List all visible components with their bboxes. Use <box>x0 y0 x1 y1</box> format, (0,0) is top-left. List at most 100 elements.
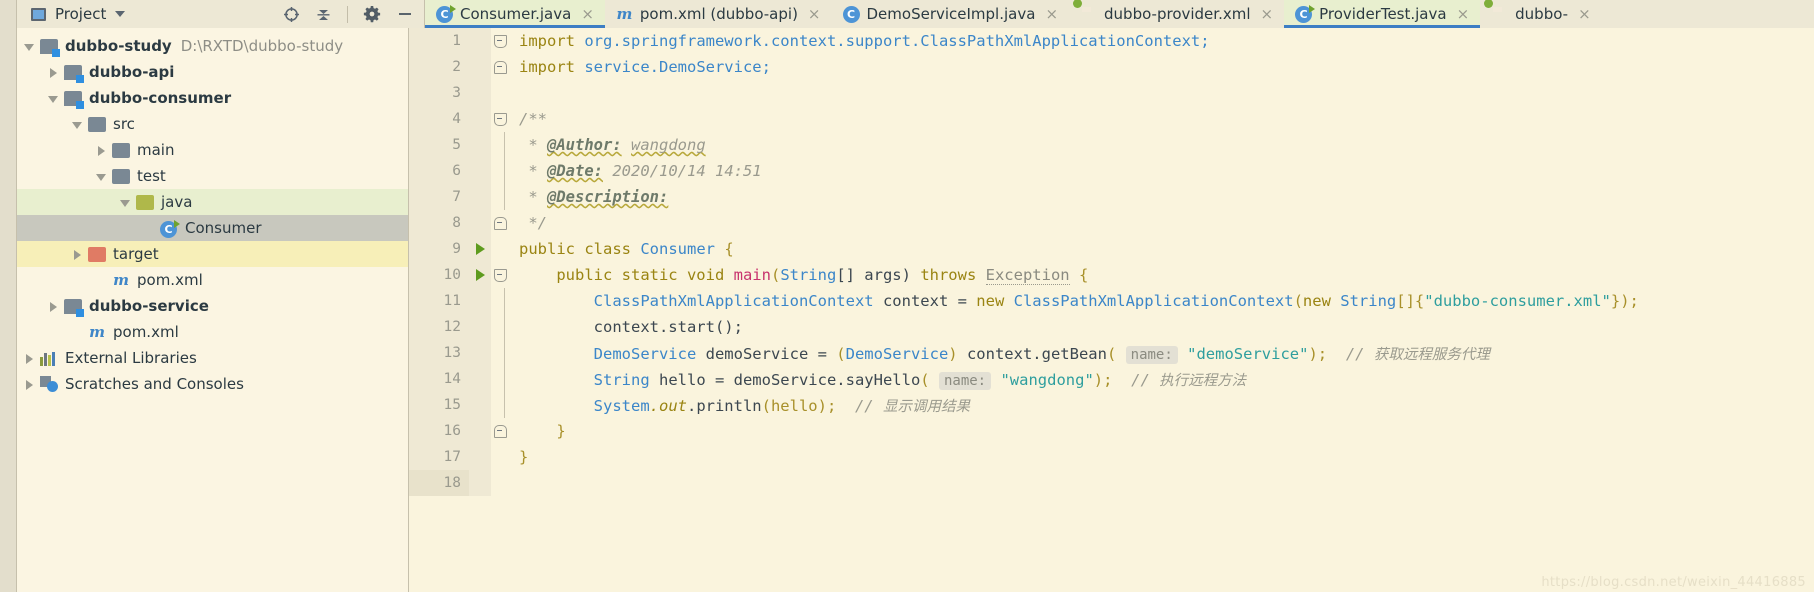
editor-tab-dubbo[interactable]: dubbo- × <box>1480 0 1602 28</box>
tree-node-label: dubbo-service <box>89 297 209 315</box>
chevron-right-icon[interactable] <box>47 300 60 313</box>
java-class-icon: C <box>842 5 860 23</box>
tree-node-pom-xml[interactable]: m pom.xml <box>17 319 408 345</box>
tree-node-pom-xml[interactable]: m pom.xml <box>17 267 408 293</box>
close-icon[interactable]: × <box>1578 5 1591 23</box>
module-folder-icon <box>64 298 84 317</box>
chevron-right-icon[interactable] <box>23 378 36 391</box>
code-line[interactable]: 6 * @Date: 2020/10/14 14:51 <box>409 158 1814 184</box>
fold-marker[interactable] <box>491 28 509 54</box>
hide-panel-icon[interactable] <box>396 5 414 23</box>
fold-marker[interactable] <box>491 418 509 444</box>
run-class-gutter-icon[interactable] <box>469 236 491 262</box>
tree-node-label: java <box>161 193 193 211</box>
editor-tab-pom-xml-dubbo-api[interactable]: m pom.xml (dubbo-api) × <box>604 0 832 28</box>
chevron-down-icon[interactable] <box>23 40 36 53</box>
code-line[interactable]: 16 } <box>409 418 1814 444</box>
fold-marker[interactable] <box>491 106 509 132</box>
close-icon[interactable]: × <box>1261 5 1274 23</box>
tree-node-src[interactable]: src <box>17 111 408 137</box>
line-number: 5 <box>409 132 469 158</box>
code-text: * @Description: <box>509 188 1814 206</box>
tree-node-java[interactable]: java <box>17 189 408 215</box>
line-number: 9 <box>409 236 469 262</box>
token-punct: []{ <box>1396 292 1425 310</box>
tree-node-target[interactable]: target <box>17 241 408 267</box>
tree-node-test[interactable]: test <box>17 163 408 189</box>
code-line[interactable]: 12 context.start(); <box>409 314 1814 340</box>
gutter-run-marker <box>469 158 491 184</box>
code-line[interactable]: 15 System.out.println(hello); // 显示调用结果 <box>409 392 1814 418</box>
code-line[interactable]: 7 * @Description: <box>409 184 1814 210</box>
tree-node-dubbo-consumer[interactable]: dubbo-consumer <box>17 85 408 111</box>
token-brace: { <box>714 240 734 258</box>
code-line[interactable]: 17 } <box>409 444 1814 470</box>
code-line[interactable]: 3 <box>409 80 1814 106</box>
token-plain: hello = demoService.sayHello <box>649 370 921 389</box>
token-punct: }); <box>1610 292 1639 310</box>
gutter-run-marker <box>469 340 491 366</box>
gutter-run-marker <box>469 470 491 496</box>
chevron-down-icon[interactable] <box>47 92 60 105</box>
code-line[interactable]: 2 import service.DemoService; <box>409 54 1814 80</box>
tree-node-external-libraries[interactable]: External Libraries <box>17 345 408 371</box>
code-line[interactable]: 13 DemoService demoService = (DemoServic… <box>409 340 1814 366</box>
fold-marker[interactable] <box>491 210 509 236</box>
chevron-down-icon[interactable] <box>95 170 108 183</box>
code-line[interactable]: 18 <box>409 470 1814 496</box>
token-static-field: .out <box>649 396 687 415</box>
code-text: * @Author: wangdong <box>509 136 1814 154</box>
code-line[interactable]: 5 * @Author: wangdong <box>409 132 1814 158</box>
chevron-down-icon[interactable] <box>119 196 132 209</box>
editor-tab-providertest-java[interactable]: C ProviderTest.java × <box>1284 0 1481 28</box>
editor-tab-demoserviceimpl-java[interactable]: C DemoServiceImpl.java × <box>831 0 1070 28</box>
code-line[interactable]: 9 public class Consumer { <box>409 236 1814 262</box>
close-icon[interactable]: × <box>581 5 594 23</box>
chevron-right-icon[interactable] <box>23 352 36 365</box>
editor-tab-dubbo-provider-xml[interactable]: dubbo-provider.xml × <box>1069 0 1285 28</box>
fold-marker[interactable] <box>491 54 509 80</box>
close-icon[interactable]: × <box>1045 5 1058 23</box>
token-comment-text: 显示调用结果 <box>882 398 970 415</box>
token-punct: (hello); <box>761 396 837 415</box>
locate-icon[interactable] <box>283 6 300 23</box>
tree-node-consumer[interactable]: C Consumer <box>17 215 408 241</box>
tree-node-main[interactable]: main <box>17 137 408 163</box>
tree-node-dubbo-service[interactable]: dubbo-service <box>17 293 408 319</box>
chevron-down-icon[interactable] <box>115 11 126 17</box>
token-class: DemoService <box>593 344 697 363</box>
settings-gear-icon[interactable] <box>363 5 381 23</box>
code-line[interactable]: 14 String hello = demoService.sayHello( … <box>409 366 1814 392</box>
code-line[interactable]: 8 */ <box>409 210 1814 236</box>
fold-marker[interactable] <box>491 262 509 288</box>
tree-node-dubbo-api[interactable]: dubbo-api <box>17 59 408 85</box>
token-comment: // <box>1345 344 1365 363</box>
close-icon[interactable]: × <box>808 5 821 23</box>
watermark: https://blog.csdn.net/weixin_44416885 <box>1541 575 1806 590</box>
tree-node-dubbo-study[interactable]: dubbo-study D:\RXTD\dubbo-study <box>17 33 408 59</box>
code-line[interactable]: 4 /** <box>409 106 1814 132</box>
code-editor[interactable]: 1 import org.springframework.context.sup… <box>409 28 1814 592</box>
token-punct: ( <box>1293 292 1303 310</box>
chevron-right-icon[interactable] <box>71 248 84 261</box>
collapse-all-icon[interactable] <box>315 6 332 23</box>
code-line[interactable]: 10 public static void main(String[] args… <box>409 262 1814 288</box>
chevron-down-icon[interactable] <box>71 118 84 131</box>
code-line[interactable]: 1 import org.springframework.context.sup… <box>409 28 1814 54</box>
run-method-gutter-icon[interactable] <box>469 262 491 288</box>
chevron-right-icon[interactable] <box>47 66 60 79</box>
close-icon[interactable]: × <box>1457 5 1470 23</box>
code-text: public static void main(String[] args) t… <box>509 266 1814 285</box>
token-keyword: import <box>519 32 575 50</box>
toolbar-divider <box>347 5 348 23</box>
code-line[interactable]: 11 ClassPathXmlApplicationContext contex… <box>409 288 1814 314</box>
editor-tab-consumer-java[interactable]: C Consumer.java × <box>425 0 605 28</box>
chevron-right-icon[interactable] <box>95 144 108 157</box>
folder-icon <box>88 116 106 132</box>
code-text: DemoService demoService = (DemoService) … <box>509 343 1814 364</box>
token-brace: { <box>1069 266 1089 284</box>
module-folder-icon <box>64 64 84 83</box>
tree-node-scratches-and-consoles[interactable]: Scratches and Consoles <box>17 371 408 397</box>
token-brace: } <box>519 448 529 466</box>
